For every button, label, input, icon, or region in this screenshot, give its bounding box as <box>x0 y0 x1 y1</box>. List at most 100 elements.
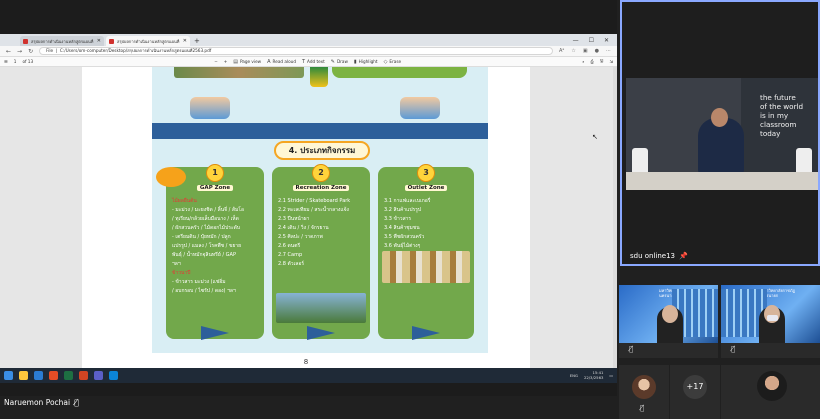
print-icon[interactable]: ⎙ <box>591 59 594 64</box>
zone-item: ฯลฯ <box>172 261 181 267</box>
participant-tile[interactable]: 🎙̸ <box>619 365 669 419</box>
minimize-button[interactable]: — <box>573 37 579 44</box>
zone-items: ไม้ผลยืนต้น - มะม่วง / มะยงชิด / ลิ้นจี่… <box>172 197 260 296</box>
zone-item: 2.7 Camp <box>278 252 303 258</box>
overflow-count[interactable]: +17 <box>683 375 707 399</box>
back-button[interactable]: ← <box>6 48 11 55</box>
page-current[interactable]: 1 <box>14 59 17 64</box>
save-icon[interactable]: 🖫 <box>600 58 604 65</box>
zone-item: 3.6 พันธุ์ไม้ต่างๆ <box>384 243 421 249</box>
zoom-out-button[interactable]: − <box>214 59 218 64</box>
edge-icon[interactable] <box>109 371 118 380</box>
close-tab-icon[interactable]: ✕ <box>183 38 187 44</box>
clock[interactable]: 15:41 22/3/2563 <box>584 370 603 380</box>
url-prefix: File <box>46 48 54 53</box>
contents-icon[interactable]: ☰ <box>4 59 8 64</box>
gap-zone-card: 1 GAP Zone ไม้ผลยืนต้น - มะม่วง / มะยงชิ… <box>156 164 264 340</box>
reader-icon[interactable]: Aᵃ <box>559 48 564 54</box>
mic-off-icon: 🎙̸ <box>731 345 736 353</box>
zoom-in-button[interactable]: + <box>224 59 228 64</box>
active-speaker-tile[interactable]: the future of the world is in my classro… <box>620 0 820 266</box>
notification-icon[interactable]: ▭ <box>609 373 613 378</box>
erase-button[interactable]: ◇ Erase <box>384 59 402 65</box>
vertical-scrollbar[interactable] <box>613 67 617 368</box>
participant-tile[interactable] <box>721 365 820 419</box>
more-participants-tile[interactable]: +17 <box>670 365 720 419</box>
browser-tab-active[interactable]: สรุปผลการดำเนินงานหลักสูตรแผนที่ ✕ <box>106 36 190 46</box>
collections-icon[interactable]: ▣ <box>583 48 588 54</box>
forward-button[interactable]: → <box>17 48 22 55</box>
word-icon[interactable] <box>34 371 43 380</box>
close-window-button[interactable]: ✕ <box>604 37 609 44</box>
mic-off-icon: 🎙̸ <box>629 345 634 353</box>
menu-icon[interactable]: ⋯ <box>606 48 611 54</box>
address-bar-row: ← → ↻ File | C:/Users/om-computer/Deskto… <box>0 46 617 57</box>
address-bar[interactable]: File | C:/Users/om-computer/Desktop/สรุป… <box>39 47 554 55</box>
presenter-head <box>711 108 728 127</box>
arrow-shape <box>412 326 440 340</box>
file-explorer-icon[interactable] <box>19 371 28 380</box>
draw-button[interactable]: ✎ Draw <box>331 59 348 65</box>
profile-icon[interactable]: ● <box>595 48 599 54</box>
zone-item: 2.6 ดนตรี <box>278 243 301 249</box>
search-icon[interactable]: ⌕ <box>582 59 584 64</box>
zone-items: 2.1 Strider / Skateboard Park 2.2 ทะเลเท… <box>278 197 366 269</box>
zone-item: 3.2 สินค้าแปรรูป <box>384 207 422 213</box>
pdf-toolbar: ☰ 1 of 13 − + ▤ Page view A Read aloud T Ad… <box>0 57 617 67</box>
excel-icon[interactable] <box>64 371 73 380</box>
recreation-zone-card: 2 Recreation Zone 2.1 Strider / Skateboa… <box>272 164 370 340</box>
zone-item: / อบกรอบ / ไซรัป / ดอง) ฯลฯ <box>172 288 236 294</box>
zone-name: Recreation Zone <box>272 185 370 191</box>
tab-strip: สรุปผลการดำเนินงานหลักสูตรแผนที่ ✕ สรุปผ… <box>0 34 617 46</box>
section-title: 4. ประเภทกิจกรรม <box>274 141 370 160</box>
page-view-button[interactable]: ▤ Page view <box>233 59 261 65</box>
zone-name: GAP Zone <box>166 185 264 191</box>
participant-tile[interactable]: มหาวิทยาลัยราชภัฏ นครนายก 🎙̸ <box>721 285 820 358</box>
avatar <box>632 375 656 399</box>
refresh-button[interactable]: ↻ <box>28 48 33 55</box>
virtual-background: มหาวิทยาลัยราชภัฏ นครนายก <box>721 285 820 343</box>
page-view-icon: ▤ <box>233 58 238 65</box>
pdf-viewport[interactable]: 4. ประเภทกิจกรรม 1 GAP Zone ไม้ผลยืนต้น … <box>0 67 617 368</box>
zone-number: 1 <box>206 164 224 182</box>
farmer-illustration <box>310 67 328 87</box>
zone-item: - มะม่วง / มะยงชิด / ลิ้นจี่ / ส้มโอ <box>172 207 244 213</box>
pin-icon[interactable]: ⇲ <box>609 59 613 64</box>
close-tab-icon[interactable]: ✕ <box>97 38 101 44</box>
zone-item: 2.1 Strider / Skateboard Park <box>278 198 351 204</box>
read-aloud-icon: A <box>267 58 271 65</box>
draw-icon: ✎ <box>330 58 335 65</box>
maximize-button[interactable]: ☐ <box>589 37 594 44</box>
zone-item: 2.5 ศิลปะ / วาดภาพ <box>278 234 323 240</box>
page-total: of 13 <box>22 59 34 64</box>
chrome-icon[interactable] <box>49 371 58 380</box>
zone-number: 3 <box>417 164 435 182</box>
new-tab-button[interactable]: + <box>194 36 200 46</box>
shared-screen: สรุปผลการดำเนินงานหลักสูตรแผนที่ ✕ สรุปผ… <box>0 0 617 396</box>
kids-illustration <box>400 97 440 119</box>
zone-item: 2.4 เดิน / วิ่ง / จักรยาน <box>278 225 329 231</box>
participant-tile[interactable]: มหาวิทยาลัยราชภัฏ นครนายก 🎙̸ <box>619 285 718 358</box>
teams-icon[interactable] <box>94 371 103 380</box>
zone-item: - เตรียมดิน / ปุ๋ยหมัก / ปลูก <box>172 234 231 240</box>
zone-item: - ข้าวสาร มะม่วง (แช่อิ่ม <box>172 279 226 285</box>
page-number: 8 <box>303 358 309 366</box>
powerpoint-icon[interactable] <box>79 371 88 380</box>
language-indicator[interactable]: ENG <box>570 373 578 378</box>
highlight-button[interactable]: ▮ Highlight <box>354 59 378 65</box>
url-text: C:/Users/om-computer/Desktop/สรุปผลการดำ… <box>59 48 212 53</box>
zone-name: Outlet Zone <box>378 185 474 191</box>
add-text-icon: T <box>301 58 306 65</box>
pin-icon[interactable]: 📌 <box>679 252 688 260</box>
arrow-shape <box>201 326 229 340</box>
browser-tab[interactable]: สรุปผลการดำเนินงานหลักสูตรแผนที่ ✕ <box>20 36 104 46</box>
start-icon[interactable] <box>4 371 13 380</box>
read-aloud-button[interactable]: A Read aloud <box>267 59 296 65</box>
outlet-zone-card: 3 Outlet Zone 3.1 กาแฟและเบเกอรี่ 3.2 สิ… <box>378 164 474 340</box>
host-video: the future of the world is in my classro… <box>626 78 818 190</box>
blue-band <box>152 123 488 139</box>
zone-item: 3.3 ข้าวสาร <box>384 216 412 222</box>
infographic: 4. ประเภทกิจกรรม 1 GAP Zone ไม้ผลยืนต้น … <box>152 67 488 353</box>
add-text-button[interactable]: T Add text <box>302 59 325 65</box>
favorite-icon[interactable]: ☆ <box>571 48 575 54</box>
